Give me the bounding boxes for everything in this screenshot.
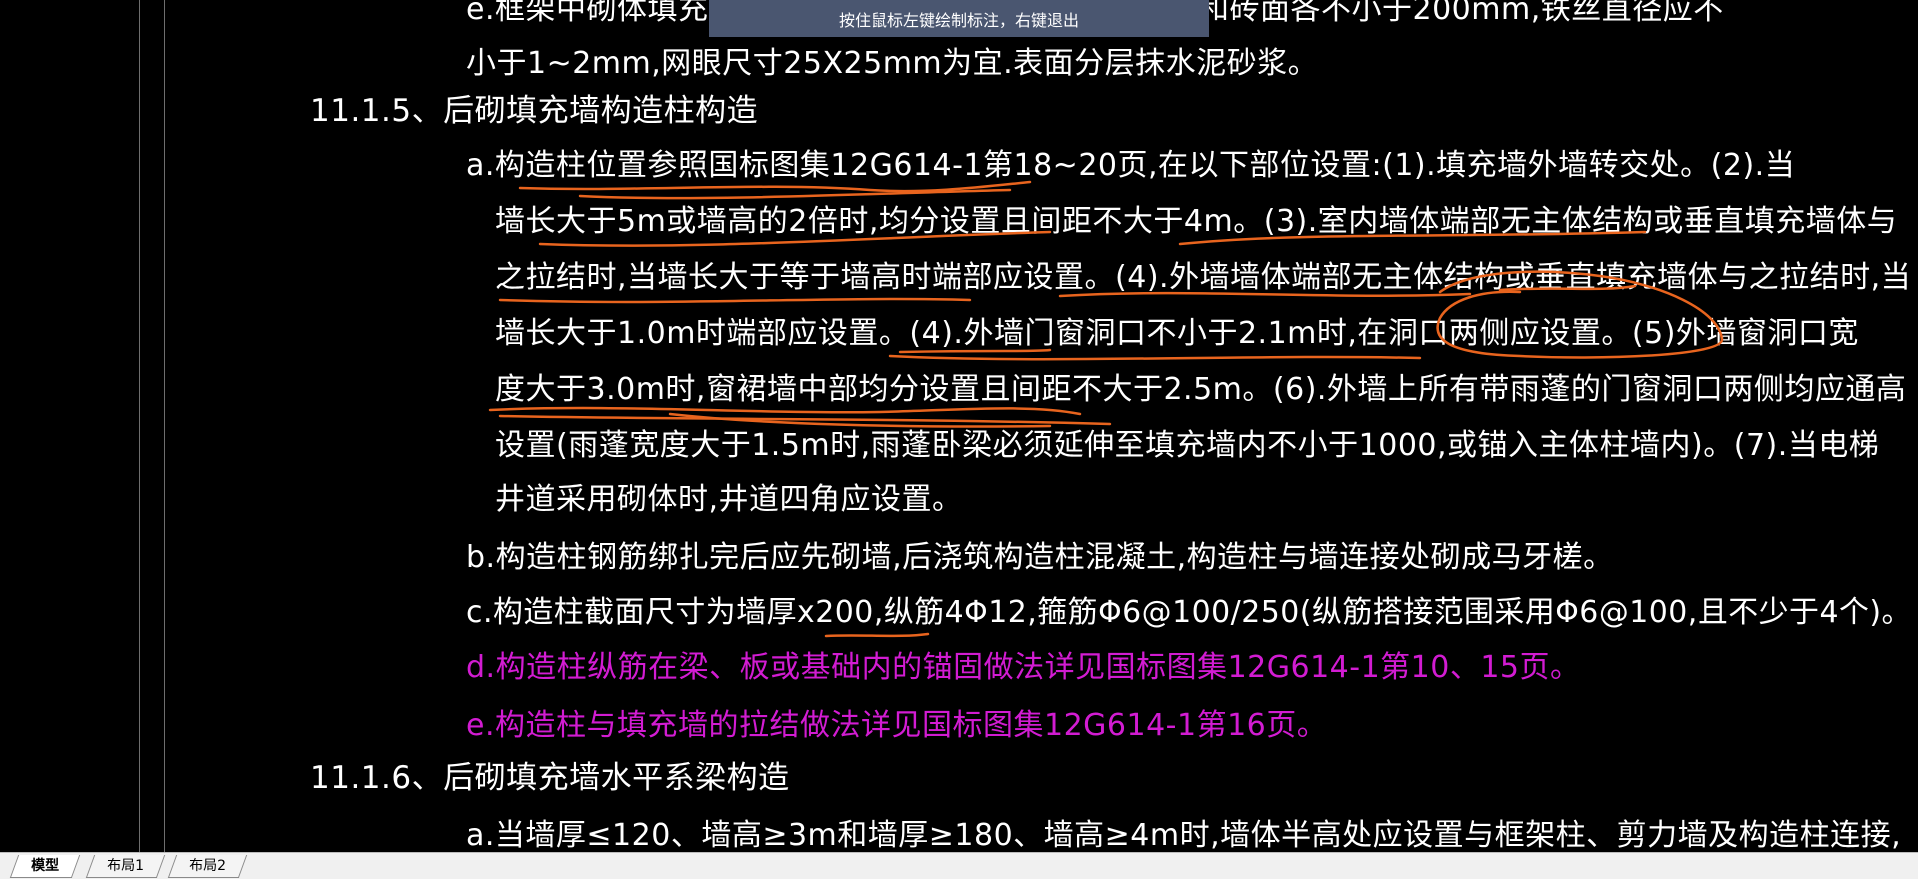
drawing-canvas[interactable]: e.框架中砌体填充墙与 面层和砖面各不小于200mm,铁丝直径应不 小于1~2m… — [0, 0, 1918, 852]
markup-annotations — [488, 180, 1724, 638]
markup-stroke — [888, 354, 1422, 361]
markup-stroke — [1058, 291, 1472, 298]
hint-bar: 按住鼠标左键绘制标注，右键退出 — [709, 0, 1209, 37]
markup-stroke — [1178, 230, 1647, 246]
markup-stroke — [578, 188, 1012, 200]
markup-stroke — [488, 406, 1082, 416]
layout-tab-bar: 模型 布局1 布局2 — [0, 852, 1918, 879]
markup-stroke — [518, 180, 1032, 193]
markup-stroke — [898, 348, 1052, 354]
tab-model[interactable]: 模型 — [9, 855, 81, 878]
markup-stroke — [1498, 284, 1637, 292]
markup-stroke — [1436, 270, 1724, 359]
markup-stroke — [824, 632, 930, 638]
markup-stroke — [498, 297, 972, 304]
tab-layout1[interactable]: 布局1 — [85, 855, 166, 878]
markup-stroke — [538, 230, 1052, 247]
tab-layout2[interactable]: 布局2 — [167, 855, 248, 878]
